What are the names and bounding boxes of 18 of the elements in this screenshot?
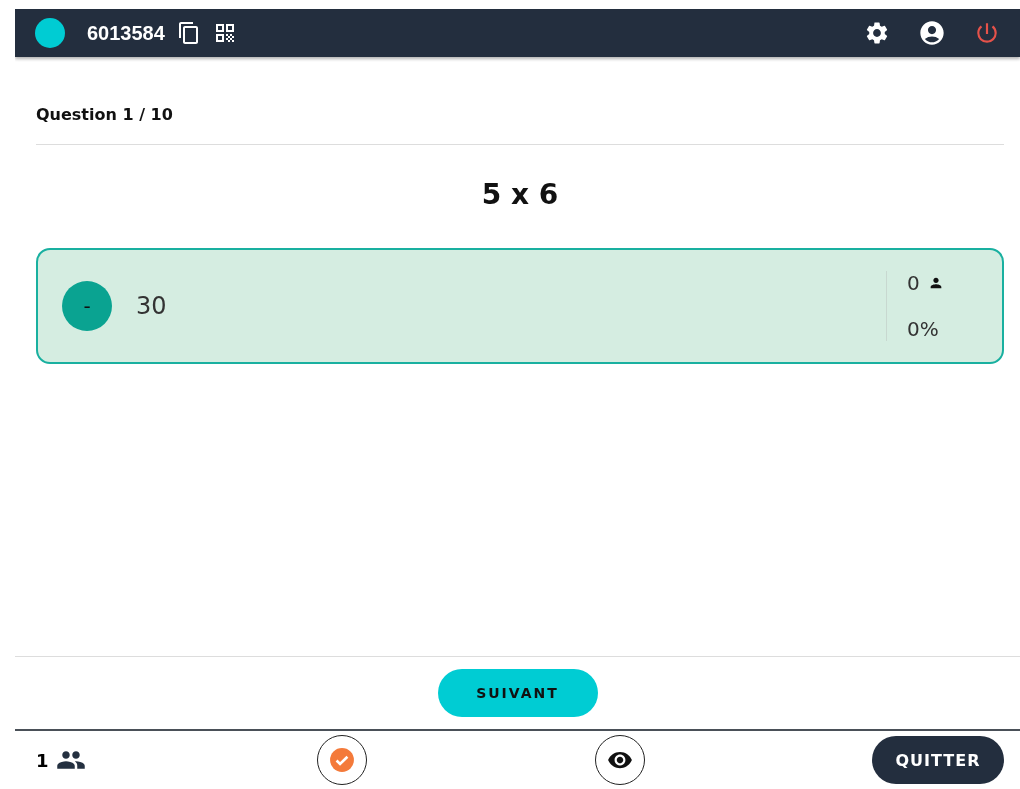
room-code: 6013584 xyxy=(87,21,165,45)
copy-icon[interactable] xyxy=(176,21,201,45)
quit-button[interactable]: QUITTER xyxy=(872,736,1004,784)
status-dot xyxy=(35,18,65,48)
question-text: 5 x 6 xyxy=(480,178,560,211)
participant-count: 1 xyxy=(36,749,49,771)
account-icon[interactable] xyxy=(918,19,946,47)
vote-count: 0 xyxy=(907,271,920,295)
vote-percent: 0% xyxy=(907,317,940,341)
show-answer-button[interactable] xyxy=(317,735,367,785)
answer-text: 30 xyxy=(136,292,168,320)
check-icon xyxy=(329,747,355,773)
visibility-button[interactable] xyxy=(595,735,645,785)
power-icon[interactable] xyxy=(974,20,1000,46)
question-counter: Question 1 / 10 xyxy=(36,105,174,124)
answer-letter: - xyxy=(62,281,112,331)
settings-icon[interactable] xyxy=(864,20,890,46)
next-button[interactable]: SUIVANT xyxy=(437,669,598,717)
